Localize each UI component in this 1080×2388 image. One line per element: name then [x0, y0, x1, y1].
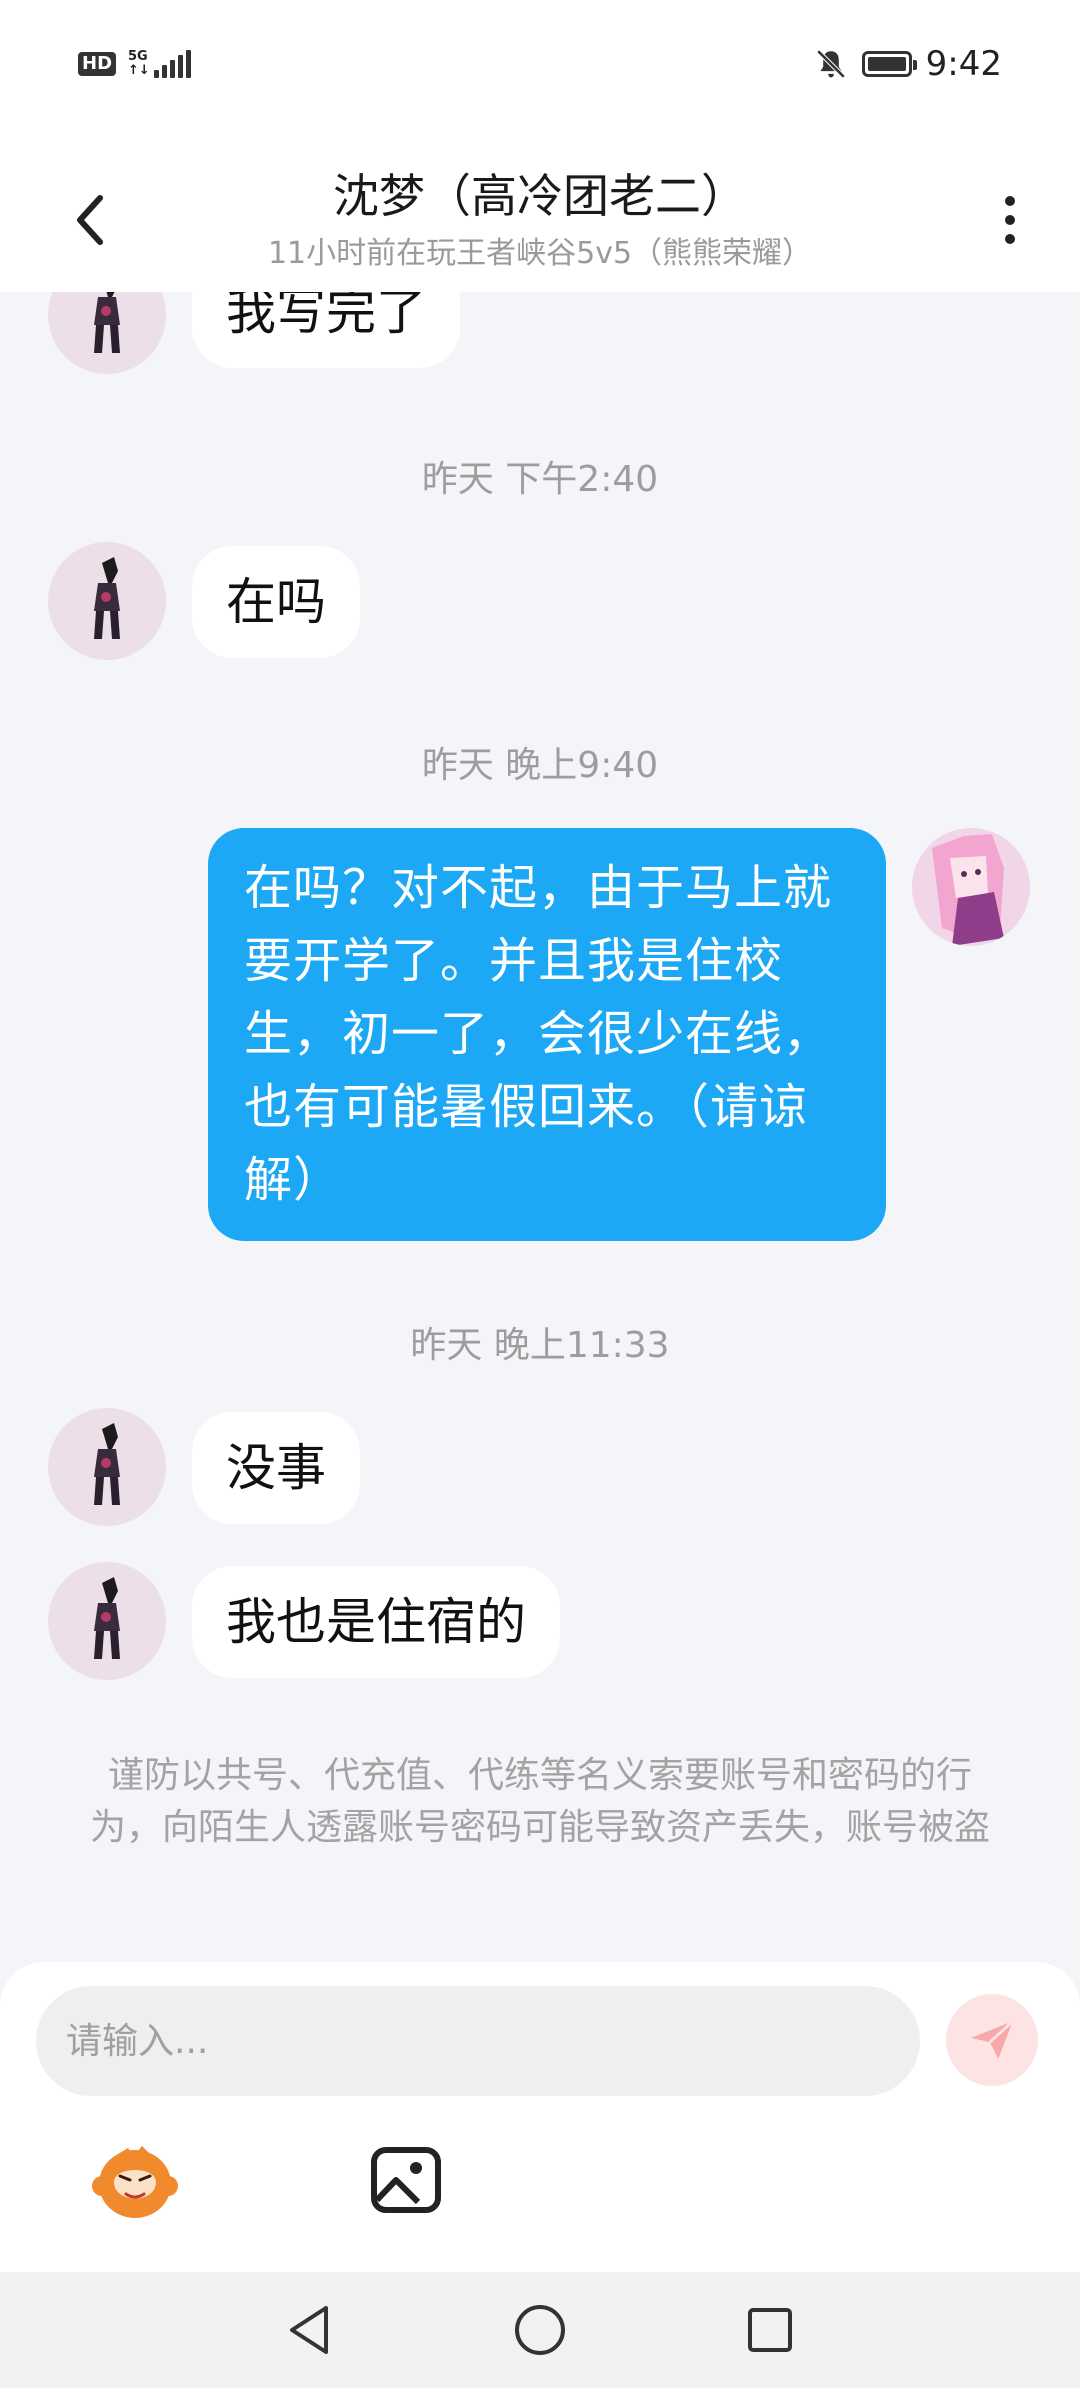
character-avatar-icon	[94, 292, 120, 353]
send-button[interactable]	[946, 1994, 1038, 2086]
message-timestamp: 昨天 下午2:40	[421, 459, 659, 500]
character-avatar-icon	[94, 1577, 120, 1659]
message-bubble-received[interactable]: 在吗	[192, 546, 360, 658]
message-timestamp: 昨天 晚上11:33	[410, 1325, 670, 1366]
chat-header: 沈梦（高冷团老二） 11小时前在玩王者峡谷5v5（熊熊荣耀）	[0, 128, 1080, 292]
network-type: 5G ↑↓	[128, 50, 150, 78]
back-triangle-icon	[290, 2306, 328, 2354]
nav-back-button[interactable]	[278, 2298, 342, 2362]
recents-square-icon	[748, 2308, 792, 2352]
network-type-label: 5G	[128, 49, 148, 64]
pink-hair-character-avatar-icon	[932, 834, 1004, 946]
message-bubble-sent[interactable]: 在吗？对不起，由于马上就要开学了。并且我是住校生，初一了，会很少在线，也有可能暑…	[208, 828, 886, 1241]
system-nav-bar	[0, 2272, 1080, 2388]
hd-badge: HD	[78, 52, 117, 76]
message-input[interactable]	[36, 1986, 920, 2096]
contact-name: 沈梦（高冷团老二）	[333, 169, 747, 223]
contact-avatar[interactable]	[48, 292, 166, 374]
message-bubble-received[interactable]: 我也是住宿的	[192, 1566, 560, 1678]
signal-indicator: 5G ↑↓	[128, 50, 191, 78]
image-icon	[371, 2147, 441, 2213]
home-circle-icon	[515, 2305, 565, 2355]
status-left: HD 5G ↑↓	[78, 50, 191, 78]
paper-plane-icon	[971, 2020, 1014, 2059]
status-right: 9:42	[814, 44, 1002, 84]
network-activity-arrows: ↑↓	[128, 63, 150, 78]
monkey-emoji-icon	[92, 2146, 178, 2218]
character-avatar-icon	[94, 557, 120, 639]
nav-recents-button[interactable]	[738, 2298, 802, 2362]
character-avatar-icon	[94, 1423, 120, 1505]
status-time: 9:42	[925, 44, 1002, 84]
more-vertical-icon	[1005, 196, 1015, 206]
nav-home-button[interactable]	[508, 2298, 572, 2362]
security-notice: 谨防以共号、代充值、代练等名义索要账号和密码的行为，向陌生人透露账号密码可能导致…	[90, 1755, 991, 1848]
contact-avatar[interactable]	[48, 1408, 166, 1526]
more-options-button[interactable]	[990, 188, 1030, 252]
emoji-button[interactable]	[90, 2140, 180, 2224]
contact-avatar[interactable]	[48, 1562, 166, 1680]
message-list[interactable]: 我写完了 昨天 下午2:40 在吗 昨天 晚上9:40 在吗？对不起，由于马上就…	[0, 292, 1080, 1962]
mute-bell-icon	[816, 49, 845, 79]
contact-avatar[interactable]	[48, 542, 166, 660]
message-bubble-received[interactable]: 没事	[192, 1412, 360, 1524]
message-bubble-received[interactable]: 我写完了	[192, 292, 460, 368]
signal-bars-icon	[153, 50, 191, 78]
battery-icon	[861, 51, 917, 77]
image-button[interactable]	[368, 2142, 444, 2218]
my-avatar[interactable]	[912, 828, 1030, 946]
input-panel	[0, 1962, 1080, 2272]
status-bar: HD 5G ↑↓ 9:42	[0, 0, 1080, 128]
contact-status: 11小时前在玩王者峡谷5v5（熊熊荣耀）	[267, 236, 813, 271]
message-timestamp: 昨天 晚上9:40	[421, 745, 659, 786]
